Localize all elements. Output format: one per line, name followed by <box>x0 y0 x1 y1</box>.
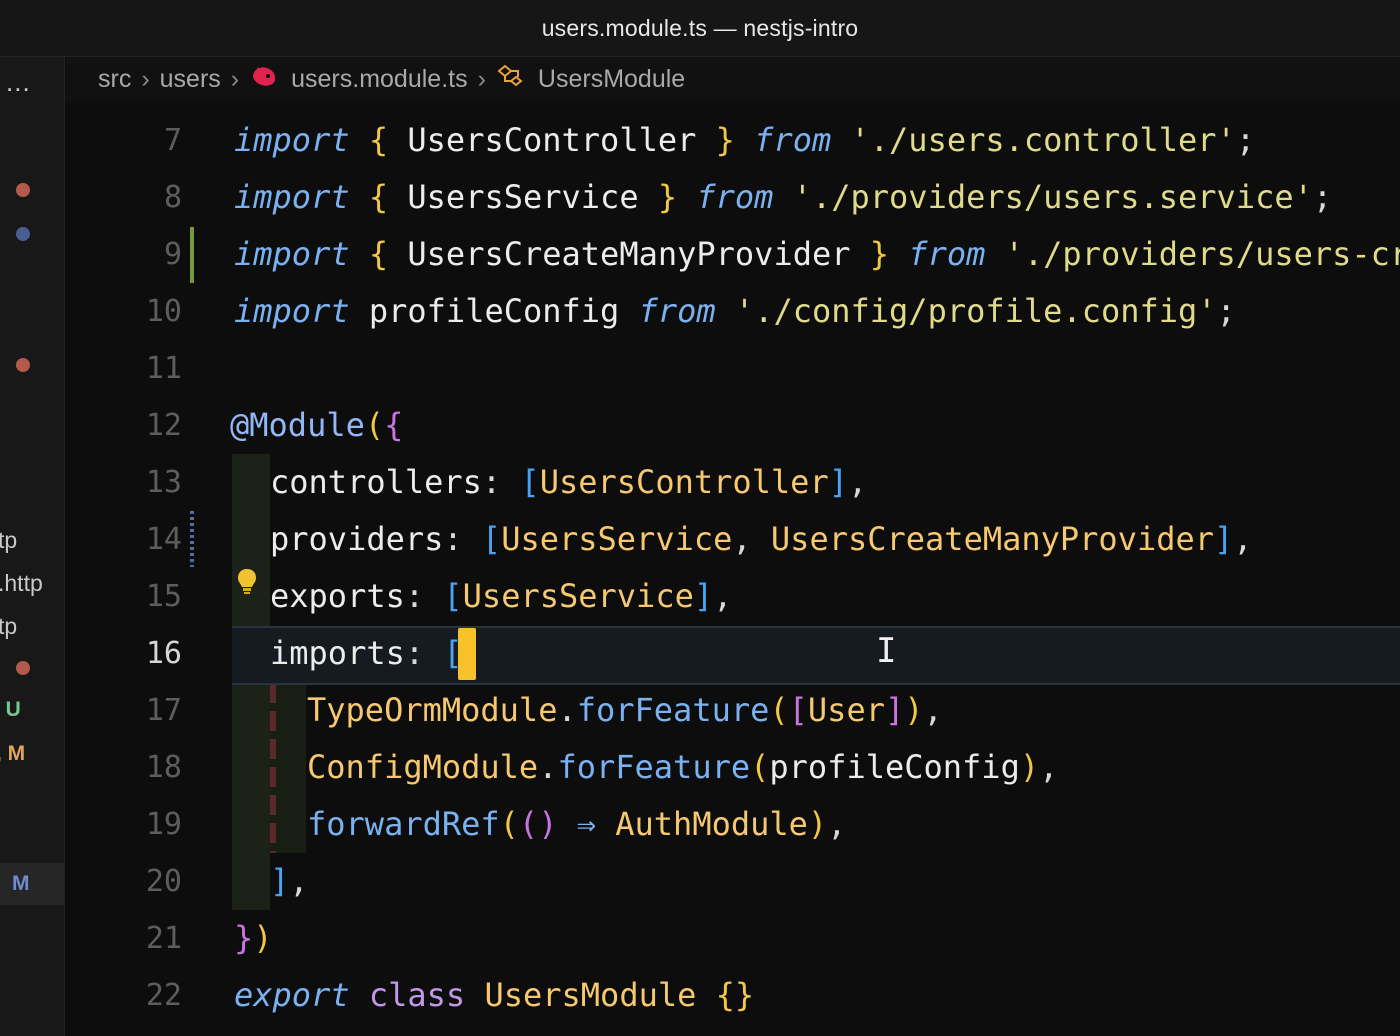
code-text: @Module({ <box>230 406 404 444</box>
breadcrumb-item-file[interactable]: users.module.ts <box>291 65 467 94</box>
code-editor[interactable]: 7 import { UsersController } from './use… <box>66 101 1400 1036</box>
line-number: 13 <box>145 465 182 500</box>
chevron-right-icon: › <box>477 64 486 93</box>
line-number: 15 <box>145 579 182 614</box>
code-text: TypeOrmModule.forFeature([User]), <box>307 691 943 729</box>
chevron-right-icon: › <box>230 64 240 93</box>
line-number: 17 <box>145 693 182 728</box>
more-actions-icon[interactable]: ... <box>6 67 31 98</box>
code-line[interactable]: 11 <box>66 340 1400 397</box>
code-text: ConfigModule.forFeature(profileConfig), <box>307 748 1059 786</box>
breadcrumb: src › users › users.module.ts › UsersMod… <box>66 57 1400 101</box>
code-text: controllers: [UsersController], <box>270 463 868 501</box>
code-line[interactable]: 10 import profileConfig from './config/p… <box>66 283 1400 340</box>
selected-file-row[interactable] <box>0 863 64 905</box>
code-text: imports: [ <box>270 634 463 672</box>
code-text: ], <box>270 862 309 900</box>
explorer-sidebar[interactable]: ... tp .http tp . U , M M <box>0 57 65 1036</box>
git-status-dot <box>16 358 30 372</box>
line-number: 10 <box>145 294 182 329</box>
code-line[interactable]: 9 import { UsersCreateManyProvider } fro… <box>66 226 1400 283</box>
code-line[interactable]: 8 import { UsersService } from './provid… <box>66 169 1400 226</box>
code-line[interactable]: 12 @Module({ <box>66 397 1400 454</box>
line-number: 12 <box>145 408 182 443</box>
code-line[interactable]: 7 import { UsersController } from './use… <box>66 112 1400 169</box>
line-number: 11 <box>145 351 182 386</box>
git-status-dot <box>16 661 30 675</box>
code-line[interactable]: 22 export class UsersModule {} <box>66 967 1400 1024</box>
code-line[interactable]: 21 }) <box>66 910 1400 967</box>
breadcrumb-item-src[interactable]: src <box>98 65 131 94</box>
code-line-active[interactable]: 16 imports: [ <box>66 625 1400 682</box>
code-line[interactable]: 15 exports: [UsersService], <box>66 568 1400 625</box>
file-item[interactable]: .http <box>0 570 43 597</box>
line-number: 16 <box>145 636 182 671</box>
git-untracked-badge: . U <box>0 698 21 721</box>
line-number: 22 <box>145 978 182 1013</box>
file-item[interactable]: tp <box>0 527 17 554</box>
code-text: exports: [UsersService], <box>270 577 733 615</box>
code-text: import profileConfig from './config/prof… <box>234 292 1236 330</box>
file-item[interactable]: tp <box>0 613 17 640</box>
git-modified-badge: , M <box>0 742 26 765</box>
window-title: users.module.ts — nestjs-intro <box>541 14 859 41</box>
line-number: 19 <box>145 807 182 842</box>
mouse-ibeam-icon: I <box>876 631 897 671</box>
code-line[interactable]: 20 ], <box>66 853 1400 910</box>
breadcrumb-item-symbol[interactable]: UsersModule <box>538 65 685 94</box>
line-number: 8 <box>163 180 182 215</box>
text-cursor <box>458 628 476 680</box>
window-title-bar: users.module.ts — nestjs-intro <box>0 0 1400 57</box>
line-number: 21 <box>145 921 182 956</box>
breadcrumb-item-users[interactable]: users <box>160 65 221 94</box>
git-modified-badge: M <box>12 872 30 895</box>
code-line[interactable]: 14 providers: [UsersService, UsersCreate… <box>66 511 1400 568</box>
git-status-dot <box>16 183 30 197</box>
code-text: import { UsersCreateManyProvider } from … <box>234 235 1400 273</box>
code-line[interactable]: 18 ConfigModule.forFeature(profileConfig… <box>66 739 1400 796</box>
code-line[interactable]: 13 controllers: [UsersController], <box>66 454 1400 511</box>
code-text: providers: [UsersService, UsersCreateMan… <box>270 520 1253 558</box>
line-number: 14 <box>145 522 182 557</box>
code-text: import { UsersService } from './provider… <box>234 178 1333 216</box>
lightbulb-icon[interactable] <box>236 567 258 602</box>
code-text: forwardRef(() ⇒ AuthModule), <box>307 805 847 843</box>
line-number: 7 <box>163 123 182 158</box>
code-text: import { UsersController } from './users… <box>234 121 1256 159</box>
chevron-right-icon: › <box>141 64 150 93</box>
nestjs-file-icon <box>249 63 279 96</box>
code-text: }) <box>234 919 273 957</box>
code-text: export class UsersModule {} <box>234 976 755 1014</box>
code-line[interactable]: 19 forwardRef(() ⇒ AuthModule), <box>66 796 1400 853</box>
line-number: 20 <box>145 864 182 899</box>
line-number: 18 <box>145 750 182 785</box>
line-number: 9 <box>163 237 182 272</box>
git-status-dot <box>16 227 30 241</box>
code-line[interactable]: 17 TypeOrmModule.forFeature([User]), <box>66 682 1400 739</box>
class-symbol-icon <box>496 63 526 96</box>
